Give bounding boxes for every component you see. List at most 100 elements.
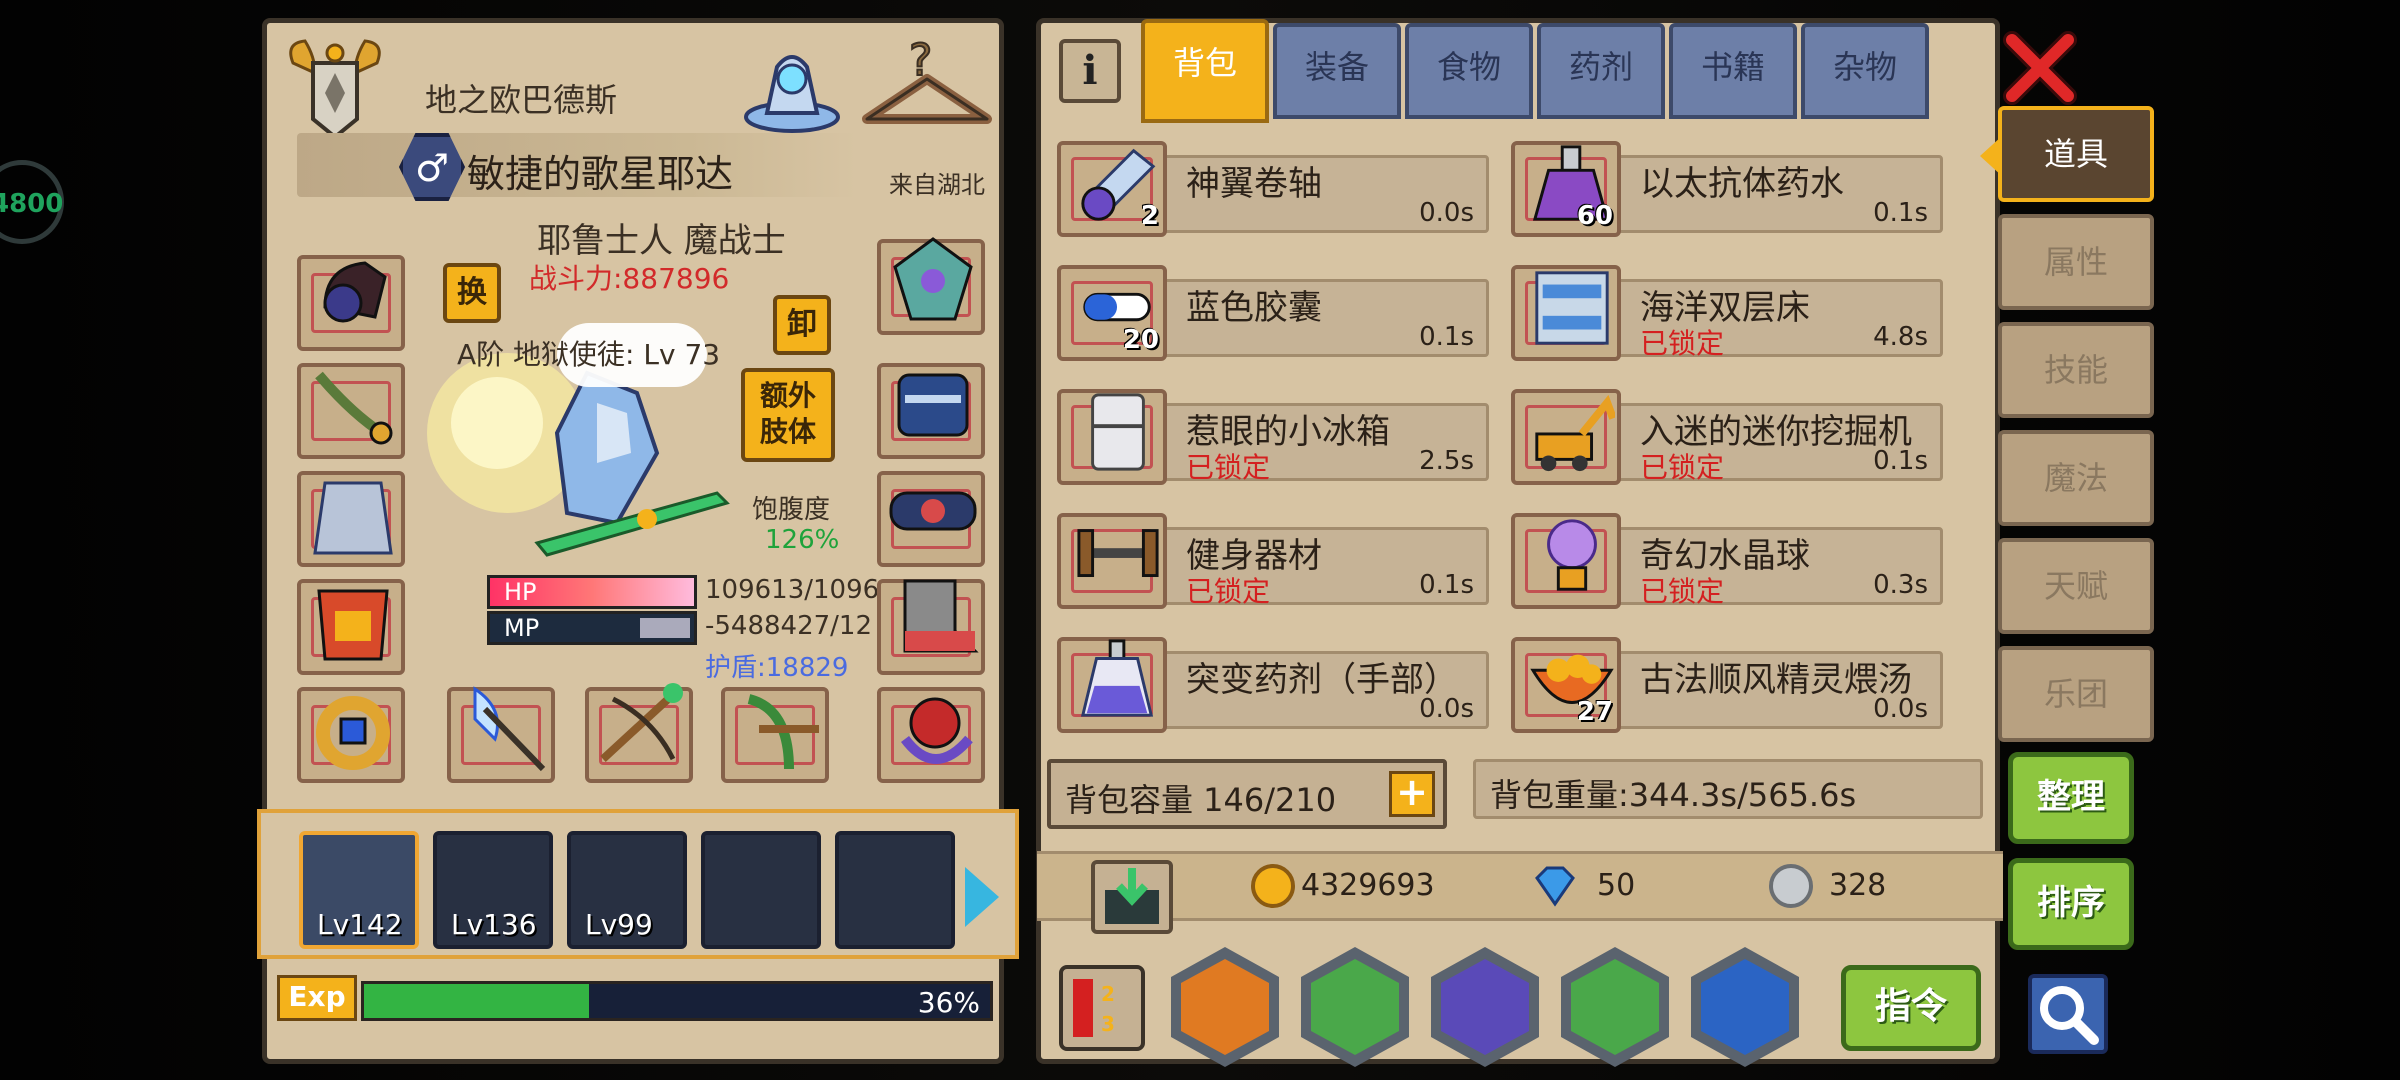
team-member-4[interactable] xyxy=(701,831,821,949)
belt-slot[interactable] xyxy=(877,471,985,567)
guardian-class-button[interactable] xyxy=(1431,947,1539,1067)
item-body: 惹眼的小冰箱 已锁定 2.5s xyxy=(1153,403,1489,484)
inventory-item[interactable]: 古法顺风精灵煨汤 0.0s 27 xyxy=(1511,629,1951,739)
item-body: 蓝色胶囊 0.1s xyxy=(1153,279,1489,357)
nature-class-button[interactable] xyxy=(1301,947,1409,1067)
exp-row: Exp 36% xyxy=(277,973,997,1023)
swap-button[interactable]: 换 xyxy=(443,263,501,323)
diamond-amount: 50 xyxy=(1597,868,1636,903)
team-member-5[interactable] xyxy=(835,831,955,949)
necklace-slot[interactable] xyxy=(297,363,405,459)
side-tab[interactable]: 属性 xyxy=(1998,214,2154,310)
realm-name: 地之欧巴德斯 xyxy=(425,81,618,119)
item-weight: 0.0s xyxy=(1419,694,1474,724)
team-member-2[interactable]: Lv136 xyxy=(433,831,553,949)
extra-limb-label-1: 额外 xyxy=(759,379,816,412)
inventory-item[interactable]: 神翼卷轴 0.0s 2 xyxy=(1057,133,1497,243)
silver-coin-icon xyxy=(1769,864,1813,908)
search-button[interactable] xyxy=(2028,974,2108,1054)
weapon-slot-2[interactable] xyxy=(585,683,693,783)
origin-label: 来自湖北 xyxy=(889,171,985,199)
crystal-altar-icon[interactable] xyxy=(737,37,847,137)
item-body: 古法顺风精灵煨汤 0.0s xyxy=(1607,651,1943,729)
expand-capacity-button[interactable]: + xyxy=(1389,771,1435,817)
item-weight: 0.1s xyxy=(1873,446,1928,476)
cloak-slot[interactable] xyxy=(297,471,405,567)
inventory-item[interactable]: 以太抗体药水 0.1s 60 xyxy=(1511,133,1951,243)
item-weight: 2.5s xyxy=(1419,446,1474,476)
weapon-slot-1[interactable] xyxy=(447,686,555,783)
inventory-item[interactable]: 奇幻水晶球 已锁定 0.3s xyxy=(1511,505,1951,615)
side-tab[interactable]: 乐团 xyxy=(1998,646,2154,742)
necklace-icon xyxy=(315,371,393,445)
team-member-level: Lv136 xyxy=(451,908,537,941)
search-icon xyxy=(2040,986,2099,1045)
amulet-icon xyxy=(893,237,973,321)
beast-class-button[interactable] xyxy=(1561,947,1669,1067)
inventory-tab[interactable]: 背包 xyxy=(1141,19,1269,123)
exp-percent: 36% xyxy=(917,986,980,1019)
info-button[interactable]: i xyxy=(1059,39,1121,103)
exp-fill xyxy=(364,984,590,1018)
close-icon[interactable] xyxy=(2000,28,2080,108)
item-quantity: 2 xyxy=(1140,201,1159,231)
item-weight: 0.0s xyxy=(1419,198,1474,228)
item-locked: 已锁定 xyxy=(1640,327,1725,360)
extra-limb-button[interactable]: 额外 肢体 xyxy=(741,368,835,462)
bracer-slot[interactable] xyxy=(877,363,985,459)
team-member-level: Lv142 xyxy=(317,908,403,941)
item-locked: 已锁定 xyxy=(1640,575,1725,608)
inventory-tab[interactable]: 书籍 xyxy=(1669,23,1797,119)
ring-slot[interactable] xyxy=(297,687,405,783)
inventory-item[interactable]: 入迷的迷你挖掘机 已锁定 0.1s xyxy=(1511,381,1951,491)
inventory-item[interactable]: 健身器材 已锁定 0.1s xyxy=(1057,505,1497,615)
mp-bar: MP xyxy=(487,611,697,645)
bottom-toolbar: 23 指令 xyxy=(1041,943,2005,1067)
satiety-value: 126% xyxy=(765,525,840,555)
axe-icon xyxy=(473,686,546,772)
inventory-item[interactable]: 突变药剂（手部） 0.0s xyxy=(1057,629,1497,739)
order-123-button[interactable]: 23 xyxy=(1059,965,1145,1051)
item-weight: 0.3s xyxy=(1873,570,1928,600)
team-next-arrow-icon[interactable] xyxy=(965,867,999,927)
inventory-tab[interactable]: 食物 xyxy=(1405,23,1533,119)
sort-button[interactable]: 排序 xyxy=(2008,858,2134,950)
helmet-slot[interactable] xyxy=(297,255,405,351)
inventory-item[interactable]: 惹眼的小冰箱 已锁定 2.5s xyxy=(1057,381,1497,491)
item-weight: 0.1s xyxy=(1873,198,1928,228)
side-tab[interactable]: 技能 xyxy=(1998,322,2154,418)
unequip-button[interactable]: 卸 xyxy=(773,295,831,355)
side-tab[interactable]: 天赋 xyxy=(1998,538,2154,634)
storage-bag-button[interactable] xyxy=(1091,860,1173,934)
item-name: 神翼卷轴 xyxy=(1186,164,1322,204)
gold-coin-icon xyxy=(1251,864,1295,908)
capacity-label: 背包容量 146/210 xyxy=(1065,781,1337,819)
mp-label: MP xyxy=(504,614,540,642)
team-member-1[interactable]: Lv142 xyxy=(299,831,419,949)
side-tab[interactable]: 魔法 xyxy=(1998,430,2154,526)
wardrobe-hanger-icon[interactable]: ? xyxy=(857,35,997,135)
armor-slot[interactable] xyxy=(297,579,405,675)
item-icon-box: 60 xyxy=(1511,141,1621,237)
accessory-slot[interactable] xyxy=(877,687,985,783)
inventory-tab[interactable]: 杂物 xyxy=(1801,23,1929,119)
rank-emblem-icon xyxy=(289,39,381,140)
command-button[interactable]: 指令 xyxy=(1841,965,1981,1051)
fishing-class-button[interactable] xyxy=(1691,947,1799,1067)
warrior-class-button[interactable] xyxy=(1171,947,1279,1067)
item-icon-box xyxy=(1511,389,1621,485)
side-tab[interactable]: 道具 xyxy=(1980,106,2154,202)
team-member-3[interactable]: Lv99 xyxy=(567,831,687,949)
item-name: 蓝色胶囊 xyxy=(1186,288,1322,328)
inventory-item[interactable]: 蓝色胶囊 0.1s 20 xyxy=(1057,257,1497,367)
boots-icon xyxy=(903,579,979,653)
crystal-ball-icon xyxy=(1547,519,1597,591)
combat-power: 战斗力:887896 xyxy=(529,262,730,295)
boots-slot[interactable] xyxy=(877,579,985,675)
organize-button[interactable]: 整理 xyxy=(2008,752,2134,844)
inventory-tab[interactable]: 药剂 xyxy=(1537,23,1665,119)
weapon-slot-3[interactable] xyxy=(721,687,829,783)
amulet-slot[interactable] xyxy=(877,237,985,335)
inventory-tab[interactable]: 装备 xyxy=(1273,23,1401,119)
inventory-item[interactable]: 海洋双层床 已锁定 4.8s xyxy=(1511,257,1951,367)
